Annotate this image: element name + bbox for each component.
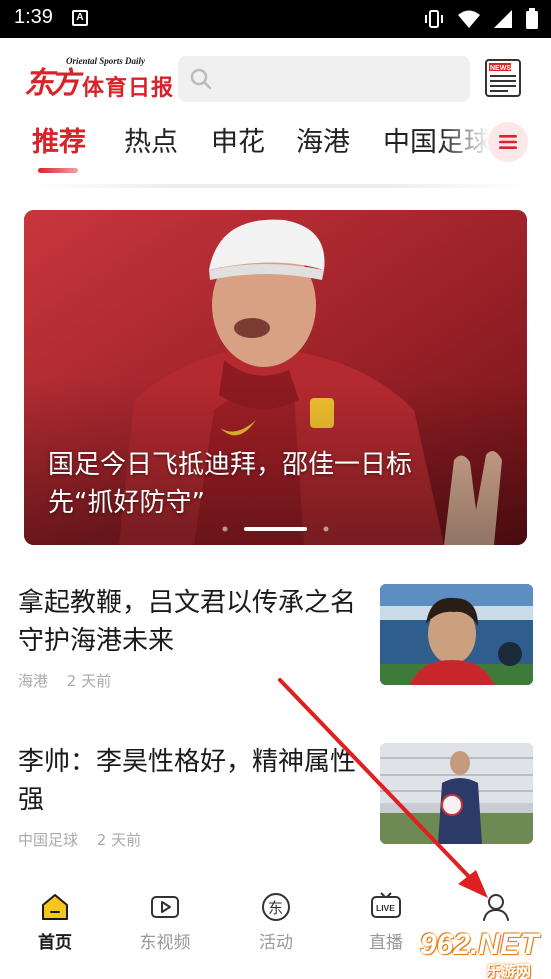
vibrate-icon bbox=[425, 10, 443, 28]
news-time: 2 天前 bbox=[66, 672, 112, 690]
carousel-dot-active bbox=[244, 527, 307, 531]
nav-home[interactable]: 首页 bbox=[15, 892, 95, 962]
video-icon bbox=[151, 896, 179, 918]
nav-video[interactable]: 东视频 bbox=[125, 892, 205, 962]
tab-recommend[interactable]: 推荐 bbox=[32, 120, 86, 159]
svg-text:东: 东 bbox=[268, 899, 283, 917]
newspaper-icon[interactable]: NEWS bbox=[484, 58, 522, 98]
wifi-icon bbox=[458, 10, 480, 28]
news-thumbnail bbox=[380, 584, 533, 685]
news-meta: 中国足球 2 天前 bbox=[18, 829, 141, 850]
signal-icon bbox=[494, 10, 512, 28]
nav-label: 东视频 bbox=[139, 933, 191, 953]
search-bar[interactable] bbox=[178, 56, 470, 102]
app-screen: 1:39 A 东方 Oriental Sports Daily 体育日报 NEW… bbox=[0, 0, 551, 979]
live-icon: LIVE bbox=[371, 892, 401, 918]
news-time: 2 天前 bbox=[96, 831, 142, 849]
news-item[interactable]: 李帅：李昊性格好，精神属性强 中国足球 2 天前 bbox=[18, 743, 533, 863]
news-tag: 中国足球 bbox=[18, 831, 79, 849]
battery-icon bbox=[526, 8, 538, 29]
logo-subtitle: Oriental Sports Daily bbox=[66, 56, 146, 66]
site-watermark: 962.NET 乐游网 bbox=[414, 928, 551, 979]
news-tag: 海港 bbox=[18, 672, 49, 690]
news-title: 李帅：李昊性格好，精神属性强 bbox=[18, 747, 357, 815]
nav-label: 首页 bbox=[38, 933, 72, 953]
tab-divider bbox=[30, 184, 530, 188]
channel-menu-button[interactable] bbox=[488, 122, 528, 162]
tab-shenhua[interactable]: 申花 bbox=[211, 120, 265, 159]
watermark-text: 962.NET bbox=[420, 928, 539, 961]
watermark-subtext: 乐游网 bbox=[486, 962, 532, 979]
profile-icon bbox=[483, 894, 509, 921]
notification-icon: A bbox=[72, 10, 88, 26]
headline-banner[interactable]: 国足今日飞抵迪拜，邵佳一日标先“抓好防守” bbox=[24, 210, 527, 545]
nav-activity[interactable]: 东 活动 bbox=[236, 892, 316, 962]
news-title: 拿起教鞭，吕文君以传承之名守护海港未来 bbox=[18, 588, 357, 656]
banner-caption: 国足今日飞抵迪拜，邵佳一日标先“抓好防守” bbox=[48, 450, 413, 518]
tab-haigang[interactable]: 海港 bbox=[296, 120, 350, 159]
news-item[interactable]: 拿起教鞭，吕文君以传承之名守护海港未来 海港 2 天前 bbox=[18, 584, 533, 704]
tab-fade bbox=[440, 118, 490, 174]
status-indicators bbox=[423, 8, 539, 30]
menu-icon bbox=[499, 135, 517, 149]
logo-title: 体育日报 bbox=[82, 75, 175, 101]
news-meta: 海港 2 天前 bbox=[18, 670, 111, 691]
search-icon bbox=[190, 68, 212, 90]
nav-label: 活动 bbox=[259, 933, 293, 953]
search-input[interactable] bbox=[222, 56, 462, 102]
home-icon bbox=[42, 894, 68, 920]
status-time: 1:39 bbox=[14, 6, 53, 28]
status-bar: 1:39 A bbox=[0, 0, 551, 38]
svg-text:LIVE: LIVE bbox=[376, 903, 395, 913]
tab-hot[interactable]: 热点 bbox=[124, 120, 178, 159]
activity-icon: 东 bbox=[262, 893, 290, 921]
active-tab-indicator bbox=[38, 168, 78, 173]
carousel-indicator bbox=[222, 526, 329, 532]
news-icon-label: NEWS bbox=[490, 65, 511, 72]
carousel-dot bbox=[222, 526, 228, 532]
app-logo: 东方 Oriental Sports Daily 体育日报 bbox=[24, 56, 175, 104]
news-thumbnail bbox=[380, 743, 533, 844]
carousel-dot bbox=[323, 526, 329, 532]
